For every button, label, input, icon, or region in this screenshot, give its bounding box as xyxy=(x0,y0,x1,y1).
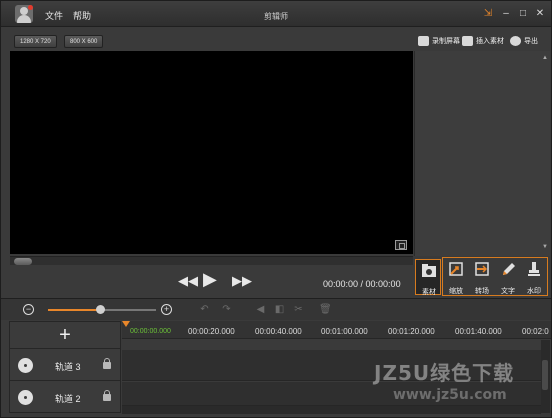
lock-icon[interactable] xyxy=(103,390,111,401)
text-pencil-icon xyxy=(503,263,515,275)
tool-media-label: 素材 xyxy=(422,289,436,296)
volume-icon[interactable]: ◀ xyxy=(255,304,266,315)
watermark-stamp-icon xyxy=(528,262,540,276)
tool-text-label: 文字 xyxy=(501,288,515,295)
film-reel-icon xyxy=(18,390,33,405)
timeline-zoom-thumb[interactable] xyxy=(95,305,105,314)
tool-zoom[interactable]: 缩放 xyxy=(443,259,469,295)
resolution-1280-button[interactable]: 1280 X 720 xyxy=(14,35,57,48)
lock-icon[interactable] xyxy=(103,358,111,369)
fullscreen-icon[interactable] xyxy=(395,240,407,250)
track-label: 轨道 2 xyxy=(55,394,81,404)
tool-strip: 素材 缩放 转场 文字 水印 xyxy=(414,256,550,297)
right-tab-bar: 录制屏幕 插入素材 导出 xyxy=(414,32,550,51)
cut-icon[interactable]: ✂ xyxy=(293,304,304,315)
resolution-800-button[interactable]: 800 X 600 xyxy=(64,35,104,48)
ruler-tick: 00:00:20.000 xyxy=(188,327,235,336)
scroll-down-icon[interactable]: ▼ xyxy=(542,244,548,250)
timeline-toolbar: − + ↶ ↷ ◀ ◧ ✂ 🗑 xyxy=(1,298,551,320)
ruler-tick: 00:02:0 xyxy=(522,327,549,336)
tab-record-screen-label: 录制屏幕 xyxy=(432,38,460,45)
scroll-thumb[interactable] xyxy=(542,360,548,390)
track-row[interactable]: 轨道 3 xyxy=(10,350,120,381)
scroll-up-icon[interactable]: ▲ xyxy=(542,55,548,61)
tool-zoom-label: 缩放 xyxy=(449,288,463,295)
notification-dot xyxy=(28,5,33,10)
tab-export-label: 导出 xyxy=(524,38,538,45)
zoom-out-icon[interactable]: − xyxy=(23,304,34,315)
site-watermark-url: www.jz5u.com xyxy=(393,387,507,403)
tool-watermark[interactable]: 水印 xyxy=(521,259,547,295)
tab-record-screen[interactable]: 录制屏幕 xyxy=(418,34,460,49)
delete-icon[interactable]: 🗑 xyxy=(319,304,332,315)
ruler-tick: 00:01:20.000 xyxy=(388,327,435,336)
site-watermark: JZ5U绿色下载 xyxy=(374,361,515,385)
zoom-tool-icon xyxy=(449,262,463,276)
ruler-tick: 00:00:40.000 xyxy=(255,327,302,336)
timeline-zoom-slider[interactable] xyxy=(48,305,156,314)
restore-icon[interactable]: ⇲ xyxy=(481,7,495,20)
redo-icon[interactable]: ↷ xyxy=(221,304,232,315)
export-icon xyxy=(510,36,521,46)
app-window: 文件 帮助 剪辑师 ⇲ – □ ✕ 1280 X 720 800 X 600 ◀… xyxy=(0,0,552,418)
timeline-vertical-scrollbar[interactable] xyxy=(541,340,550,413)
timeline-zoom-fill xyxy=(48,309,100,311)
tool-watermark-label: 水印 xyxy=(527,288,541,295)
zoom-in-icon[interactable]: + xyxy=(161,304,172,315)
seek-bar[interactable] xyxy=(10,256,413,265)
seek-handle[interactable] xyxy=(14,258,32,265)
time-readout: 00:00:00 / 00:00:00 xyxy=(323,279,401,289)
tab-export[interactable]: 导出 xyxy=(510,34,538,49)
ruler-tick: 00:01:00.000 xyxy=(321,327,368,336)
app-title: 剪辑师 xyxy=(264,12,288,21)
ruler-start-time: 00:00:00.000 xyxy=(130,328,171,335)
film-reel-icon xyxy=(18,358,33,373)
tab-insert-media-label: 插入素材 xyxy=(476,38,504,45)
playback-controls: ◀◀ ▶ ▶▶ 00:00:00 / 00:00:00 xyxy=(10,265,413,297)
transition-icon xyxy=(475,262,489,276)
tab-insert-media[interactable]: 插入素材 xyxy=(462,34,504,49)
tool-media[interactable]: 素材 xyxy=(415,259,441,296)
split-icon[interactable]: ◧ xyxy=(274,304,285,315)
add-track-button[interactable]: + xyxy=(10,322,120,349)
play-icon[interactable]: ▶ xyxy=(203,270,217,288)
media-folder-icon xyxy=(422,264,436,277)
track-header-panel: + 轨道 3 轨道 2 xyxy=(9,321,121,413)
media-panel: ▲ ▼ xyxy=(414,51,550,256)
ruler-tick: 00:01:40.000 xyxy=(455,327,502,336)
tool-transition[interactable]: 转场 xyxy=(469,259,495,295)
track-row[interactable]: 轨道 2 xyxy=(10,382,120,413)
undo-icon[interactable]: ↶ xyxy=(199,304,210,315)
minimize-icon[interactable]: – xyxy=(499,7,513,20)
media-panel-scrollbar[interactable]: ▲ ▼ xyxy=(542,55,548,250)
video-preview xyxy=(10,51,413,254)
playhead-marker[interactable] xyxy=(122,321,130,327)
maximize-icon[interactable]: □ xyxy=(516,7,530,20)
tool-transition-label: 转场 xyxy=(475,288,489,295)
track-label: 轨道 3 xyxy=(55,362,81,372)
close-icon[interactable]: ✕ xyxy=(533,7,547,20)
timeline-ruler[interactable]: 00:00:00.000 00:00:20.000 00:00:40.000 0… xyxy=(122,321,551,339)
insert-media-icon xyxy=(462,36,473,46)
tool-text[interactable]: 文字 xyxy=(495,259,521,295)
rewind-icon[interactable]: ◀◀ xyxy=(178,273,198,289)
record-screen-icon xyxy=(418,36,429,46)
timeline-horizontal-scrollbar[interactable] xyxy=(122,406,541,414)
resolution-toolbar: 1280 X 720 800 X 600 xyxy=(10,32,413,50)
fast-forward-icon[interactable]: ▶▶ xyxy=(232,273,252,289)
title-bar: 文件 帮助 剪辑师 ⇲ – □ ✕ xyxy=(1,1,551,27)
